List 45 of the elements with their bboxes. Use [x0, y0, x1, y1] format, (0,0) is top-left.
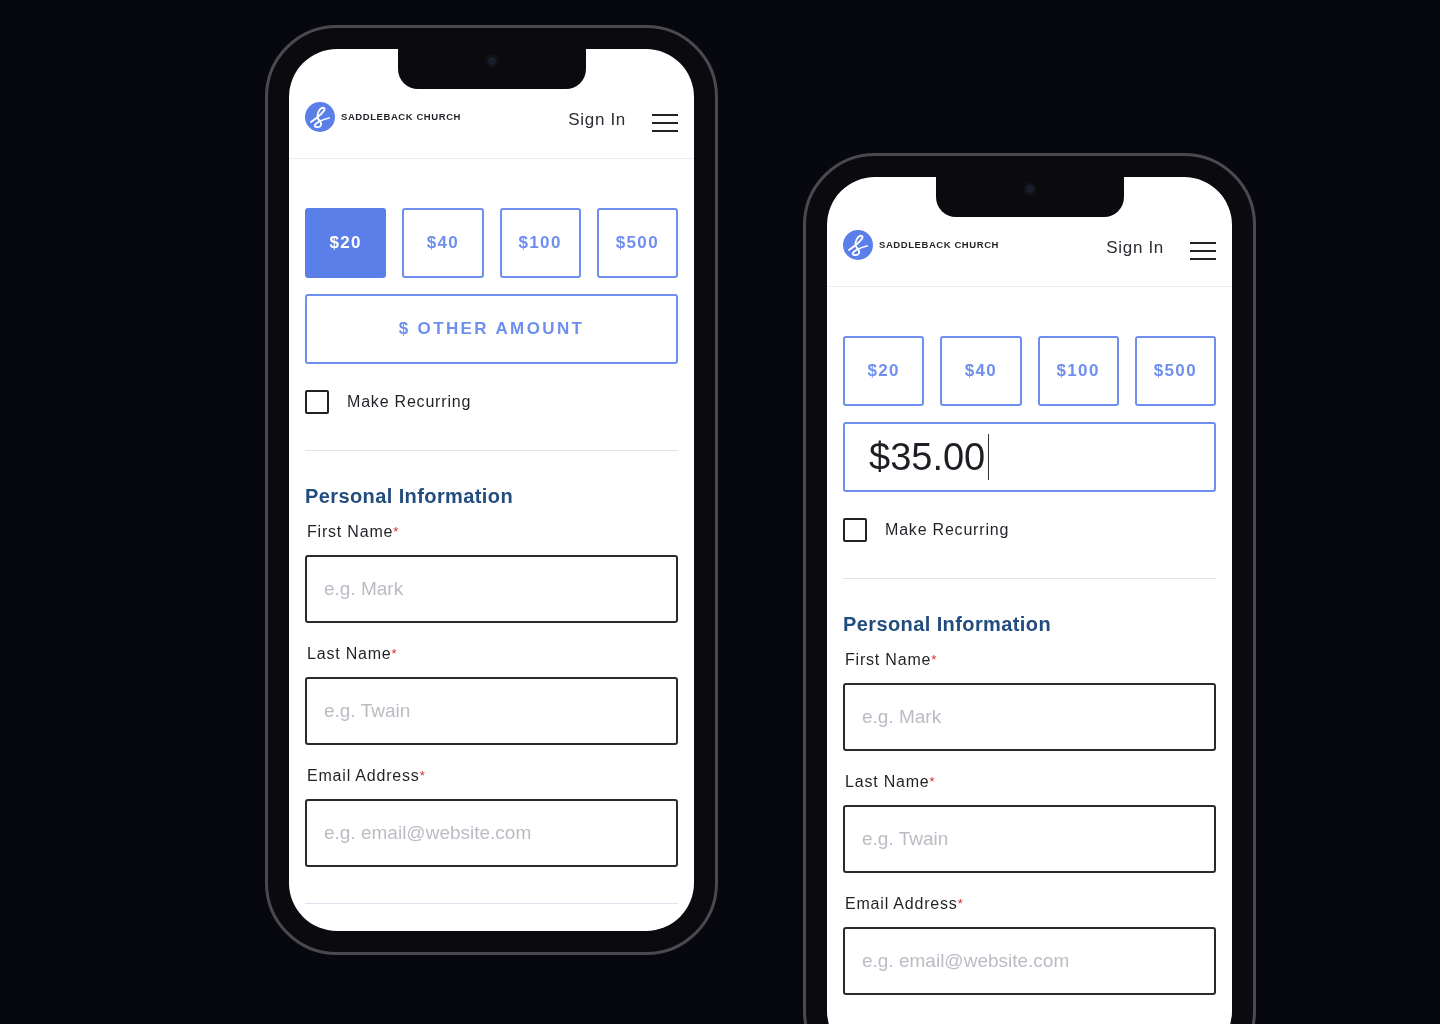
field-label: Last Name* — [306, 644, 399, 664]
required-mark: * — [957, 896, 964, 911]
camera-lens-icon — [1023, 182, 1037, 196]
logo-text: SADDLEBACK CHURCH — [879, 237, 999, 252]
amount-button[interactable]: $20 — [843, 336, 925, 406]
sign-in-link[interactable]: Sign In — [1106, 234, 1164, 260]
required-mark: * — [931, 652, 938, 667]
required-mark: * — [929, 774, 936, 789]
menu-icon[interactable] — [1190, 242, 1216, 260]
field-label: First Name* — [844, 650, 939, 670]
other-amount-button[interactable]: $ OTHER AMOUNT — [305, 294, 678, 364]
amount-button[interactable]: $40 — [940, 336, 1022, 406]
recurring-checkbox[interactable] — [843, 518, 867, 542]
camera-lens-icon — [485, 54, 499, 68]
required-mark: * — [419, 768, 426, 783]
amount-button[interactable]: $20 — [305, 208, 387, 278]
required-mark: * — [391, 646, 398, 661]
amount-button[interactable]: $500 — [596, 208, 678, 278]
input-field[interactable]: e.g. email@website.com — [843, 927, 1216, 995]
input-field[interactable]: e.g. Mark — [843, 683, 1216, 751]
field-label: First Name* — [306, 522, 401, 542]
amount-button[interactable]: $40 — [402, 208, 484, 278]
required-mark: * — [393, 524, 400, 539]
recurring-label: Make Recurring — [347, 392, 472, 412]
logo-icon — [843, 230, 873, 260]
sign-in-link[interactable]: Sign In — [568, 106, 626, 132]
section-title: Personal Information — [843, 612, 1053, 637]
logo-icon — [305, 102, 335, 132]
text-cursor — [988, 434, 990, 480]
recurring-checkbox[interactable] — [305, 390, 329, 414]
amount-button[interactable]: $100 — [499, 208, 581, 278]
field-label: Email Address* — [844, 894, 965, 914]
field-label: Email Address* — [306, 766, 427, 786]
logo-text: SADDLEBACK CHURCH — [341, 109, 461, 124]
menu-icon[interactable] — [652, 114, 678, 132]
field-label: Last Name* — [844, 772, 937, 792]
amount-button[interactable]: $100 — [1037, 336, 1119, 406]
input-field[interactable]: e.g. Twain — [843, 805, 1216, 873]
amount-button[interactable]: $500 — [1134, 336, 1216, 406]
input-field[interactable]: e.g. Mark — [305, 555, 678, 623]
input-field[interactable]: e.g. Twain — [305, 677, 678, 745]
section-title: Personal Information — [305, 484, 515, 509]
amount-field[interactable]: $35.00 — [843, 422, 1216, 492]
input-field[interactable]: e.g. email@website.com — [305, 799, 678, 867]
recurring-label: Make Recurring — [885, 520, 1010, 540]
